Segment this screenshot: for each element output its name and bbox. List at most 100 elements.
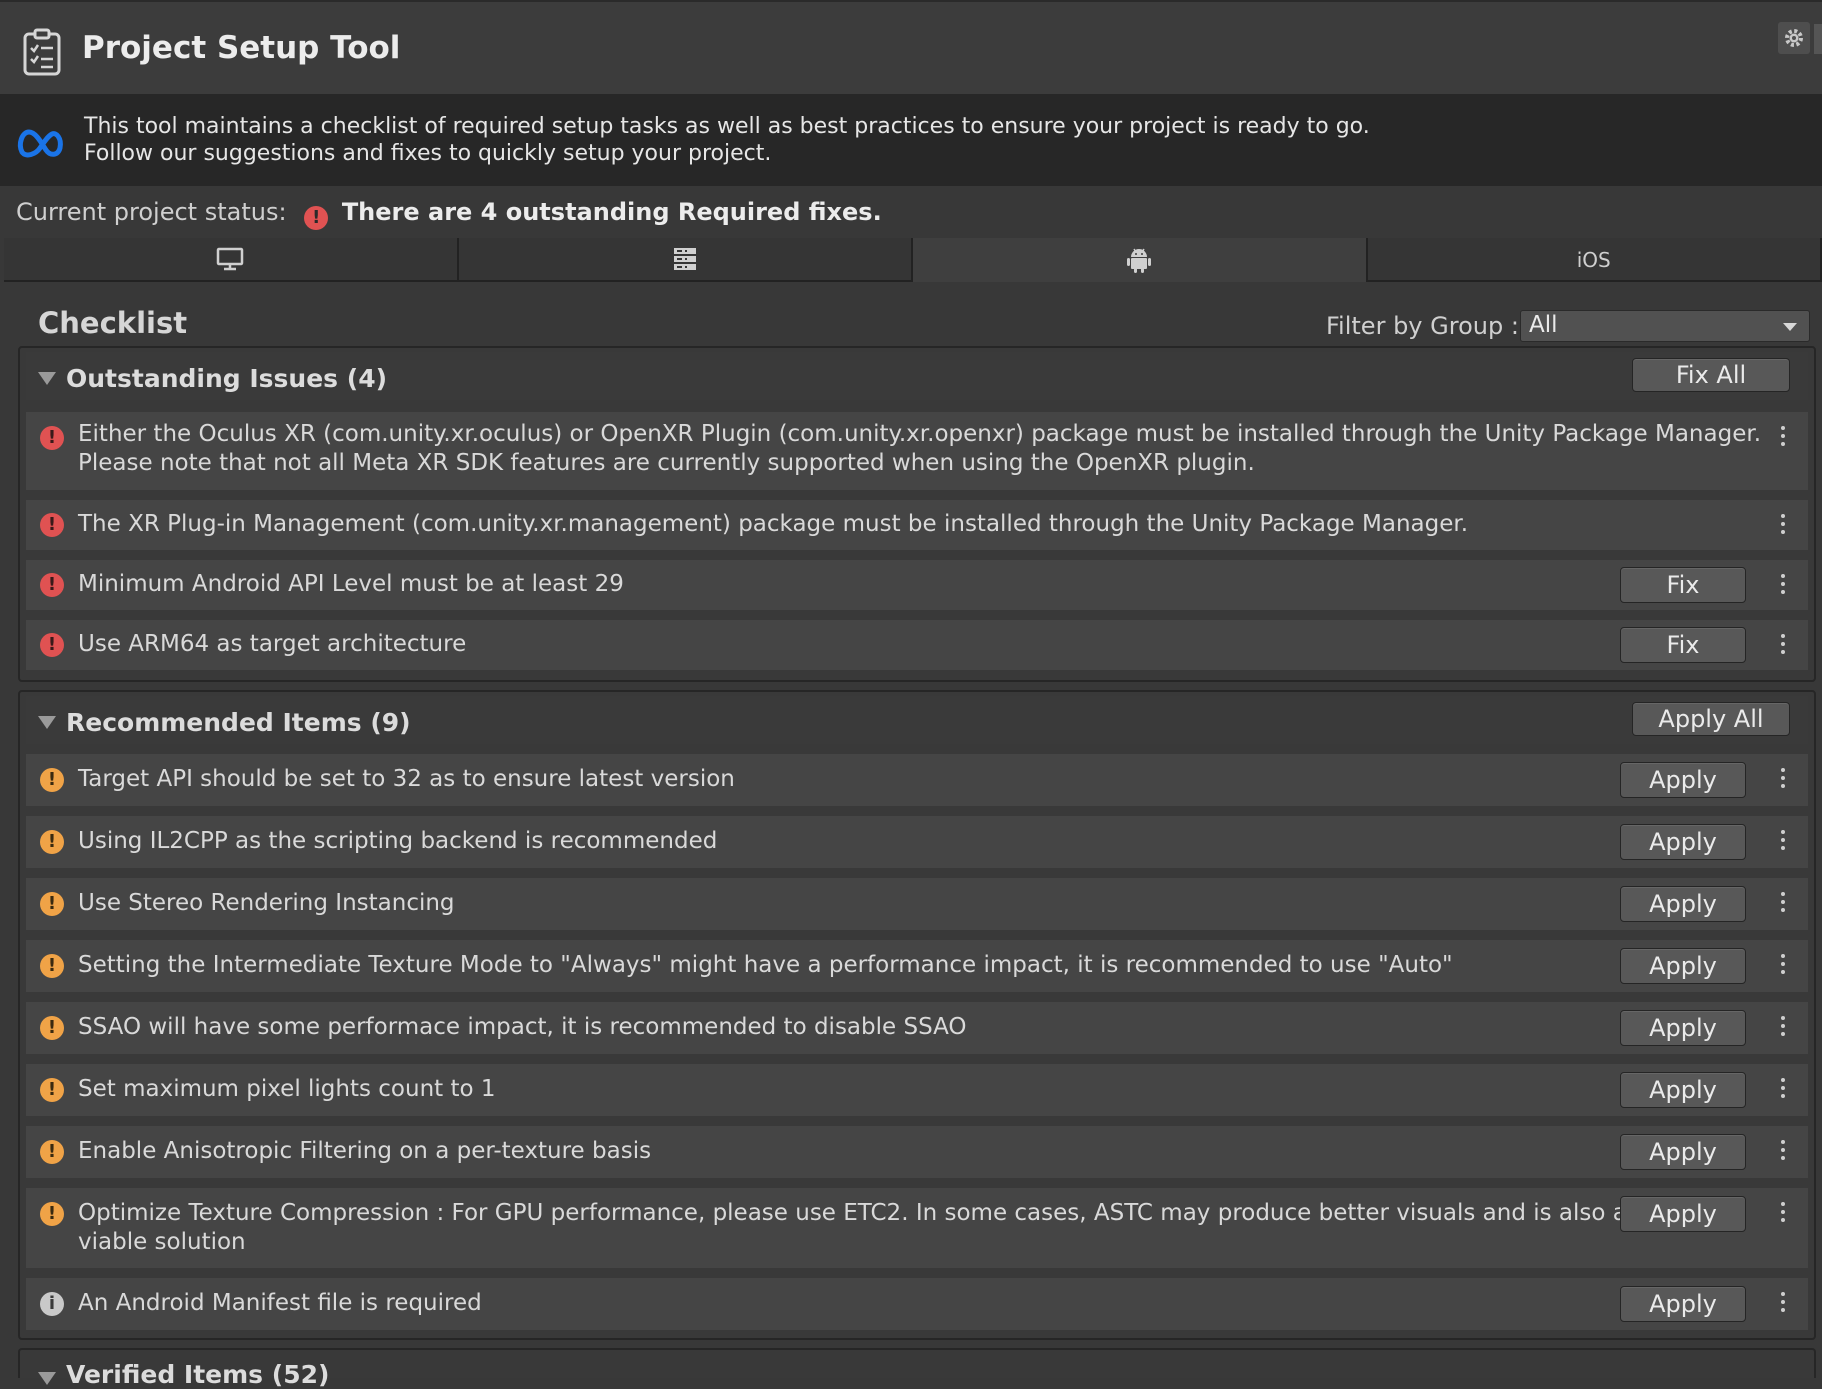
warning-icon: ! (40, 830, 64, 854)
info-icon: i (40, 1292, 64, 1316)
error-icon: ! (304, 206, 328, 230)
list-item: ! Either the Oculus XR (com.unity.xr.ocu… (26, 412, 1808, 490)
fix-button[interactable]: Fix (1620, 567, 1746, 603)
tab-android[interactable] (913, 238, 1368, 282)
list-item: ! Use ARM64 as target architecture Fix (26, 620, 1808, 670)
settings-button[interactable] (1778, 22, 1810, 54)
more-options-icon[interactable] (1780, 1140, 1786, 1164)
more-options-icon[interactable] (1780, 514, 1786, 538)
item-text-line1: Use Stereo Rendering Instancing (78, 889, 455, 918)
item-text-line1: Using IL2CPP as the scripting backend is… (78, 827, 717, 856)
filter-group-select[interactable]: All (1520, 310, 1810, 342)
more-options-icon[interactable] (1780, 1016, 1786, 1040)
more-options-icon[interactable] (1780, 892, 1786, 916)
meta-logo-icon (16, 126, 68, 160)
item-text-line1: Setting the Intermediate Texture Mode to… (78, 951, 1453, 980)
error-icon: ! (40, 633, 64, 657)
status-text: There are 4 outstanding Required fixes. (342, 198, 882, 226)
warning-icon: ! (40, 1078, 64, 1102)
info-line-2: Follow our suggestions and fixes to quic… (84, 141, 771, 166)
window-header: Project Setup Tool (0, 0, 1822, 94)
fix-all-button[interactable]: Fix All (1632, 358, 1790, 392)
apply-button[interactable]: Apply (1620, 1072, 1746, 1108)
item-text-line1: Enable Anisotropic Filtering on a per-te… (78, 1137, 651, 1166)
android-icon (1126, 246, 1152, 274)
item-text-line2: viable solution (78, 1228, 246, 1257)
list-item: ! Setting the Intermediate Texture Mode … (26, 940, 1808, 992)
outstanding-issues-title: Outstanding Issues (4) (66, 364, 387, 393)
list-item: ! Set maximum pixel lights count to 1 Ap… (26, 1064, 1808, 1116)
fix-button[interactable]: Fix (1620, 627, 1746, 663)
more-options-icon[interactable] (1780, 426, 1786, 450)
apply-button[interactable]: Apply (1620, 762, 1746, 798)
list-item: ! Target API should be set to 32 as to e… (26, 754, 1808, 806)
item-text-line2: Please note that not all Meta XR SDK fea… (78, 449, 1255, 478)
info-banner (0, 94, 1822, 186)
status-label: Current project status: (16, 198, 287, 226)
list-item: ! SSAO will have some performace impact,… (26, 1002, 1808, 1054)
item-text-line1: The XR Plug-in Management (com.unity.xr.… (78, 510, 1468, 539)
verified-items-title: Verified Items (52) (66, 1360, 329, 1389)
warning-icon: ! (40, 1202, 64, 1226)
server-icon (672, 247, 698, 271)
platform-tabs: iOS (4, 238, 1822, 282)
apply-all-button[interactable]: Apply All (1632, 702, 1790, 736)
error-icon: ! (40, 426, 64, 450)
item-text-line1: An Android Manifest file is required (78, 1289, 482, 1318)
warning-icon: ! (40, 892, 64, 916)
item-text-line1: Use ARM64 as target architecture (78, 630, 466, 659)
gear-icon (1783, 27, 1805, 49)
warning-icon: ! (40, 1140, 64, 1164)
window-edge-tab[interactable] (1814, 24, 1822, 54)
list-item: ! Enable Anisotropic Filtering on a per-… (26, 1126, 1808, 1178)
item-text-line1: SSAO will have some performace impact, i… (78, 1013, 967, 1042)
collapse-triangle-icon[interactable] (38, 716, 56, 729)
recommended-items-panel: Recommended Items (9) Apply All ! Target… (18, 690, 1816, 1340)
tab-server[interactable] (459, 238, 914, 282)
item-text-line1: Minimum Android API Level must be at lea… (78, 570, 624, 599)
recommended-items-title: Recommended Items (9) (66, 708, 411, 737)
apply-button[interactable]: Apply (1620, 886, 1746, 922)
collapse-triangle-icon[interactable] (38, 1372, 56, 1385)
item-text-line1: Set maximum pixel lights count to 1 (78, 1075, 496, 1104)
apply-button[interactable]: Apply (1620, 1286, 1746, 1322)
item-text-line1: Either the Oculus XR (com.unity.xr.oculu… (78, 420, 1761, 449)
error-icon: ! (40, 513, 64, 537)
info-line-1: This tool maintains a checklist of requi… (84, 114, 1370, 139)
tab-desktop[interactable] (4, 238, 459, 282)
clipboard-checklist-icon (22, 28, 62, 76)
warning-icon: ! (40, 768, 64, 792)
checklist-title: Checklist (38, 306, 187, 340)
list-item: ! The XR Plug-in Management (com.unity.x… (26, 500, 1808, 550)
apply-button[interactable]: Apply (1620, 1196, 1746, 1232)
list-item: ! Use Stereo Rendering Instancing Apply (26, 878, 1808, 930)
more-options-icon[interactable] (1780, 1292, 1786, 1316)
apply-button[interactable]: Apply (1620, 948, 1746, 984)
window-title: Project Setup Tool (82, 30, 400, 66)
more-options-icon[interactable] (1780, 768, 1786, 792)
item-text-line1: Target API should be set to 32 as to ens… (78, 765, 735, 794)
filter-label: Filter by Group : (1326, 312, 1519, 340)
verified-items-panel[interactable]: Verified Items (52) (18, 1348, 1816, 1378)
tab-ios[interactable]: iOS (1368, 238, 1822, 282)
list-item: ! Minimum Android API Level must be at l… (26, 560, 1808, 610)
apply-button[interactable]: Apply (1620, 824, 1746, 860)
more-options-icon[interactable] (1780, 954, 1786, 978)
project-status: Current project status: ! There are 4 ou… (16, 198, 882, 230)
apply-button[interactable]: Apply (1620, 1010, 1746, 1046)
collapse-triangle-icon[interactable] (38, 372, 56, 385)
apply-button[interactable]: Apply (1620, 1134, 1746, 1170)
more-options-icon[interactable] (1780, 574, 1786, 598)
more-options-icon[interactable] (1780, 830, 1786, 854)
tab-ios-label: iOS (1368, 248, 1821, 272)
warning-icon: ! (40, 954, 64, 978)
recommended-items-header[interactable]: Recommended Items (9) Apply All (26, 696, 1808, 744)
more-options-icon[interactable] (1780, 1078, 1786, 1102)
list-item: i An Android Manifest file is required A… (26, 1278, 1808, 1330)
more-options-icon[interactable] (1780, 634, 1786, 658)
filter-group-value: All (1529, 312, 1558, 338)
desktop-icon (216, 247, 244, 271)
item-text-line1: Optimize Texture Compression : For GPU p… (78, 1199, 1627, 1228)
outstanding-issues-header[interactable]: Outstanding Issues (4) Fix All (26, 352, 1808, 400)
more-options-icon[interactable] (1780, 1202, 1786, 1226)
